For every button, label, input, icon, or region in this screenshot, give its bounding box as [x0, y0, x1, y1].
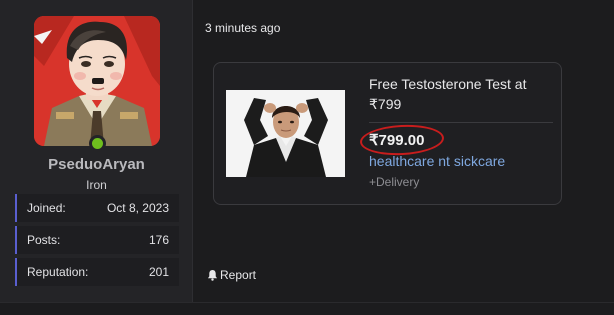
- user-sidebar: PseduoAryan Iron Joined: Oct 8, 2023 Pos…: [0, 0, 193, 302]
- stat-reputation: Reputation: 201: [15, 258, 179, 286]
- username[interactable]: PseduoAryan: [0, 156, 193, 173]
- stat-posts: Posts: 176: [15, 226, 179, 254]
- report-label: Report: [220, 268, 257, 282]
- post-footer-divider: [0, 302, 614, 315]
- online-status-indicator: [89, 135, 106, 152]
- stat-label: Reputation:: [27, 265, 89, 279]
- link-preview-card[interactable]: Free Testosterone Test at ₹799 ₹799.00 h…: [213, 62, 562, 205]
- divider: [369, 122, 553, 123]
- stat-value: 176: [148, 233, 169, 247]
- product-title[interactable]: Free Testosterone Test at ₹799: [369, 74, 549, 114]
- post-timestamp[interactable]: 3 minutes ago: [205, 21, 280, 35]
- store-name-link[interactable]: healthcare nt sickcare: [369, 153, 505, 169]
- forum-post: PseduoAryan Iron Joined: Oct 8, 2023 Pos…: [0, 0, 614, 315]
- stat-joined: Joined: Oct 8, 2023: [15, 194, 179, 222]
- user-rank: Iron: [86, 178, 107, 192]
- bell-icon: [207, 269, 218, 281]
- stat-label: Posts:: [27, 233, 61, 247]
- avatar[interactable]: [34, 16, 160, 146]
- delivery-note: +Delivery: [369, 175, 420, 189]
- preview-image: [226, 90, 345, 177]
- stat-value: Oct 8, 2023: [106, 201, 169, 215]
- report-button[interactable]: Report: [207, 268, 256, 282]
- stat-label: Joined:: [27, 201, 66, 215]
- stat-value: 201: [148, 265, 169, 279]
- avatar-image: [34, 16, 160, 146]
